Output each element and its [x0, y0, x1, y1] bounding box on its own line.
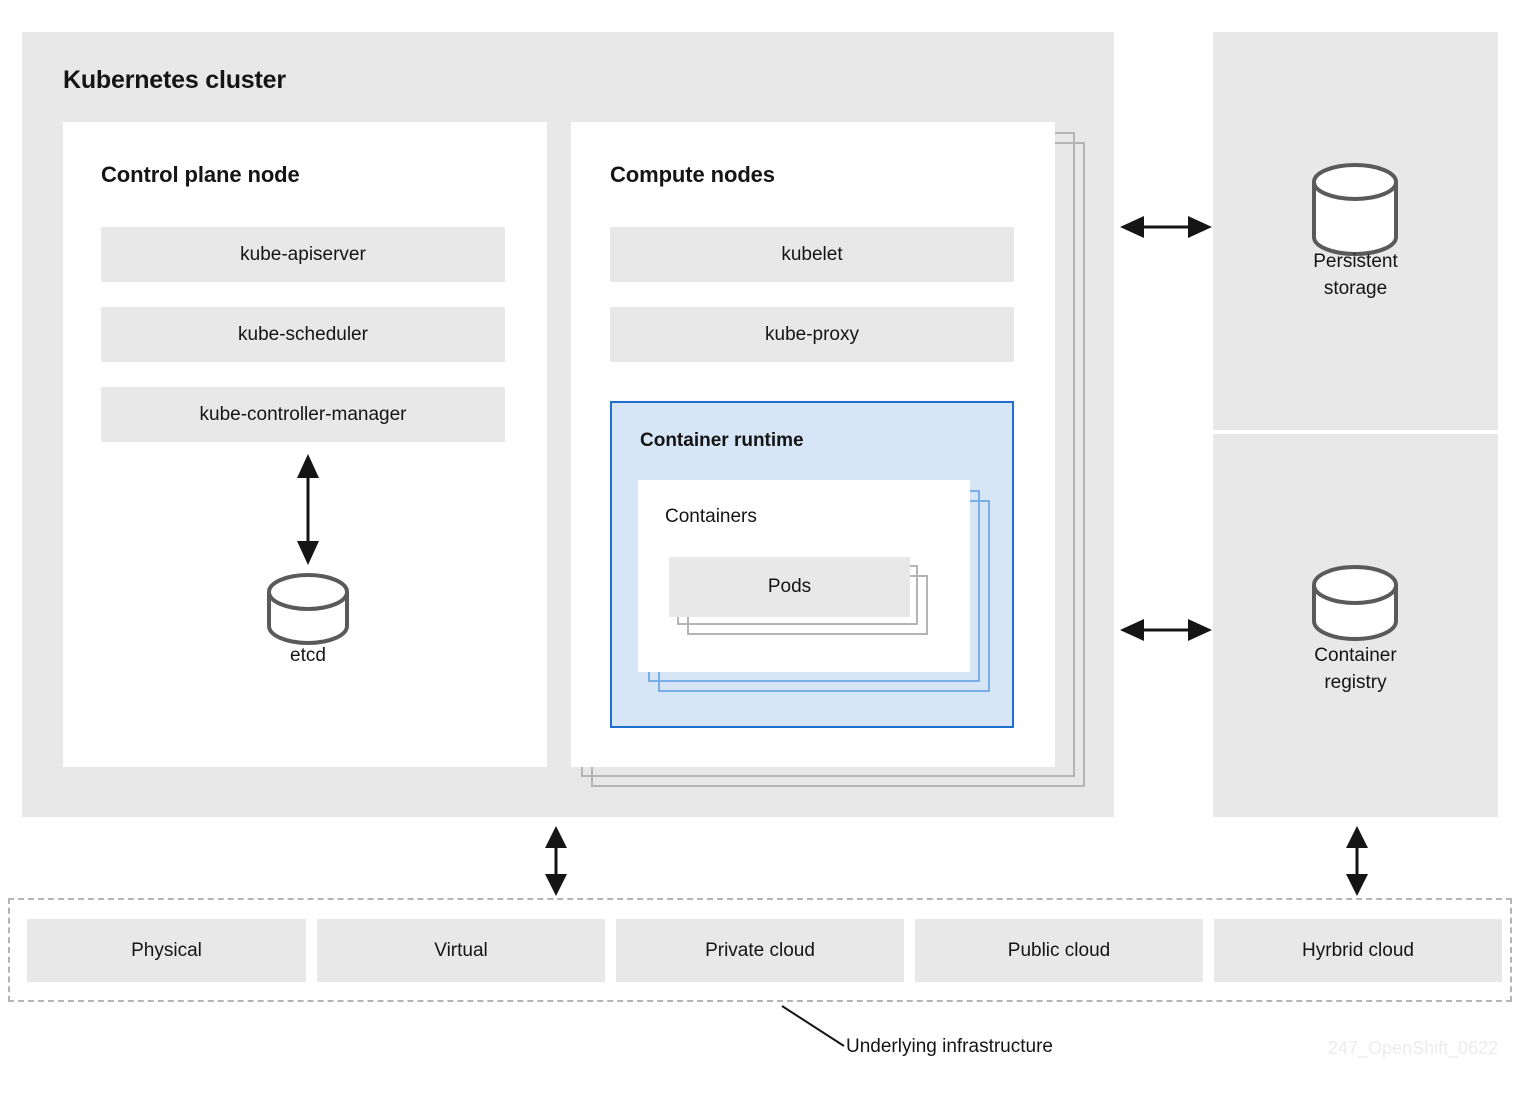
- underlying-infrastructure-caption: Underlying infrastructure: [846, 1036, 1053, 1057]
- containers-title: Containers: [665, 506, 757, 527]
- container-registry-label-line1: Container: [1314, 645, 1397, 666]
- infrastructure-item-virtual: Virtual: [317, 919, 605, 982]
- pods-chip: Pods: [669, 557, 910, 617]
- infrastructure-item-public-cloud: Public cloud: [915, 919, 1203, 982]
- arrow-controller-manager-etcd: [297, 454, 319, 565]
- container-registry-label: Container registry: [1213, 642, 1498, 696]
- persistent-storage-label-line1: Persistent: [1313, 251, 1398, 272]
- arrow-cluster-container-registry: [1120, 619, 1212, 641]
- arrow-cluster-infrastructure-left: [545, 826, 567, 896]
- container-runtime-title: Container runtime: [640, 430, 804, 451]
- infrastructure-item-physical: Physical: [27, 919, 306, 982]
- component-kube-apiserver: kube-apiserver: [101, 227, 505, 282]
- arrow-cluster-infrastructure-right: [1346, 826, 1368, 896]
- arrow-cluster-persistent-storage: [1120, 216, 1212, 238]
- persistent-storage-label: Persistent storage: [1213, 248, 1498, 302]
- component-kube-controller-manager: kube-controller-manager: [101, 387, 505, 442]
- infrastructure-item-hybrid-cloud: Hyrbrid cloud: [1214, 919, 1502, 982]
- diagram-canvas: Kubernetes cluster Control plane node ku…: [0, 0, 1520, 1093]
- infrastructure-item-private-cloud: Private cloud: [616, 919, 904, 982]
- component-kube-scheduler: kube-scheduler: [101, 307, 505, 362]
- etcd-cylinder-icon: [267, 573, 349, 645]
- component-kube-proxy: kube-proxy: [610, 307, 1014, 362]
- control-plane-node-title: Control plane node: [101, 162, 300, 187]
- etcd-label: etcd: [290, 645, 326, 666]
- component-kubelet: kubelet: [610, 227, 1014, 282]
- watermark-label: 247_OpenShift_0622: [1328, 1038, 1499, 1058]
- infrastructure-caption-leader-line: [781, 1005, 845, 1047]
- kubernetes-cluster-title: Kubernetes cluster: [63, 66, 286, 94]
- persistent-storage-label-line2: storage: [1323, 278, 1388, 299]
- container-registry-label-line2: registry: [1324, 672, 1387, 693]
- compute-nodes-title: Compute nodes: [610, 162, 775, 187]
